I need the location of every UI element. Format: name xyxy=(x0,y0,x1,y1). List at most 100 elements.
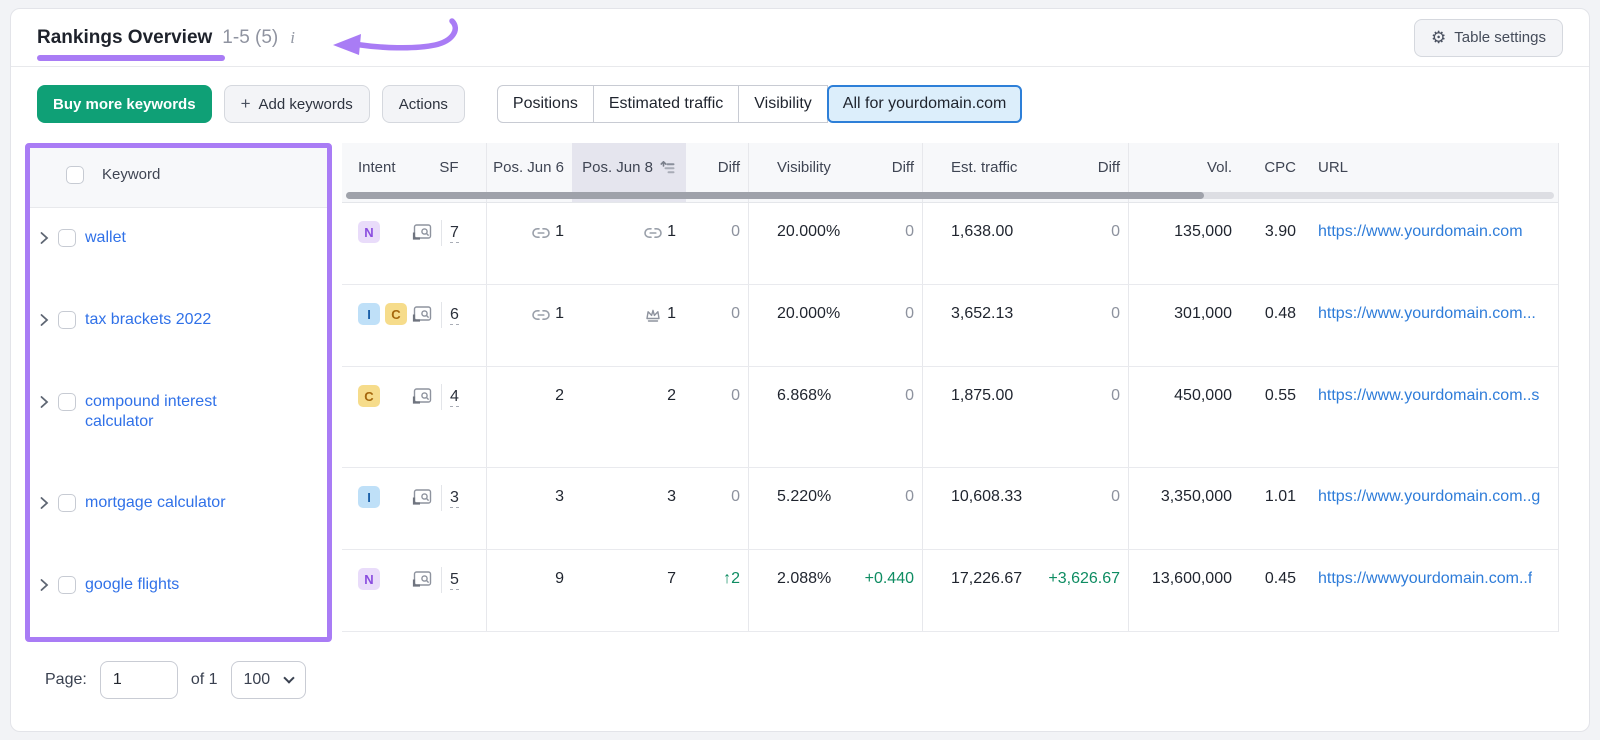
table-row: N 7 1 1 0 20.000% 0 1,638.00 0 135,000 3… xyxy=(342,203,1558,285)
visibility-diff: 0 xyxy=(905,305,914,322)
serp-features-count[interactable]: 5 xyxy=(450,570,459,590)
position-diff: 0 xyxy=(731,387,740,404)
divider xyxy=(441,567,442,593)
link-icon xyxy=(532,228,550,238)
page-count-label: of 1 xyxy=(190,671,218,688)
link-icon xyxy=(532,310,550,320)
serp-features-icon[interactable] xyxy=(412,305,433,323)
row-checkbox[interactable] xyxy=(58,229,76,247)
panel-header: Rankings Overview 1-5 (5) i ⚙ Table sett… xyxy=(11,9,1589,67)
url-link[interactable]: https://www.yourdomain.com xyxy=(1318,223,1523,241)
table-row: I C 6 1 1 0 20.000% 0 3,652.13 0 301,000… xyxy=(342,285,1558,367)
serp-features-icon[interactable] xyxy=(412,488,433,506)
rankings-table: Keyword wallet tax brackets 2022 compoun… xyxy=(11,143,1589,642)
add-keywords-label: Add keywords xyxy=(258,95,353,113)
table-settings-button[interactable]: ⚙ Table settings xyxy=(1414,18,1563,57)
horizontal-scrollbar xyxy=(346,192,1554,199)
buy-more-keywords-button[interactable]: Buy more keywords xyxy=(37,85,212,123)
position-diff: 0 xyxy=(731,488,740,505)
row-checkbox[interactable] xyxy=(58,494,76,512)
cpc-value: 1.01 xyxy=(1264,488,1296,505)
title-underline-annotation xyxy=(37,54,225,61)
row-checkbox[interactable] xyxy=(58,576,76,594)
intent-badge-commercial: C xyxy=(358,385,380,407)
expand-chevron-icon[interactable] xyxy=(39,496,49,510)
position-diff: ↑2 xyxy=(723,570,740,587)
rankings-overview-panel: Rankings Overview 1-5 (5) i ⚙ Table sett… xyxy=(10,8,1590,732)
toolbar: Buy more keywords + Add keywords Actions… xyxy=(11,67,1589,123)
est-traffic-diff: 0 xyxy=(1111,488,1120,505)
keyword-cell: google flights xyxy=(30,555,327,637)
visibility-diff: 0 xyxy=(905,223,914,240)
add-keywords-button[interactable]: + Add keywords xyxy=(223,85,370,123)
rows-per-page-select[interactable]: 100 xyxy=(230,661,306,699)
est-traffic-value: 1,875.00 xyxy=(922,367,1044,467)
position-diff: 0 xyxy=(731,223,740,240)
volume-value: 3,350,000 xyxy=(1128,468,1240,549)
est-traffic-value: 17,226.67 xyxy=(922,550,1044,631)
select-all-checkbox[interactable] xyxy=(66,165,84,184)
keyword-link[interactable]: compound interest calculator xyxy=(85,392,260,432)
page-number-input[interactable] xyxy=(99,661,178,699)
expand-chevron-icon[interactable] xyxy=(39,313,49,327)
tab-all-for-yourdomain[interactable]: All for yourdomain.com xyxy=(826,85,1023,123)
keyword-column-highlight-box: Keyword wallet tax brackets 2022 compoun… xyxy=(25,143,332,642)
expand-chevron-icon[interactable] xyxy=(39,231,49,245)
serp-features-count[interactable]: 3 xyxy=(450,488,459,508)
expand-chevron-icon[interactable] xyxy=(39,395,49,409)
link-icon xyxy=(644,228,662,238)
url-link[interactable]: https://www.yourdomain.com..g xyxy=(1318,488,1540,506)
keyword-link[interactable]: google flights xyxy=(85,575,179,595)
info-icon[interactable]: i xyxy=(290,28,295,48)
serp-features-count[interactable]: 6 xyxy=(450,305,459,325)
tab-positions[interactable]: Positions xyxy=(496,85,594,123)
rows-per-page-value: 100 xyxy=(243,671,271,688)
serp-features-icon[interactable] xyxy=(412,387,433,405)
est-traffic-value: 1,638.00 xyxy=(922,203,1044,284)
position-value: 9 xyxy=(486,550,572,631)
intent-badge-navigational: N xyxy=(358,568,380,590)
keyword-cell: mortgage calculator xyxy=(30,473,327,555)
keyword-link[interactable]: tax brackets 2022 xyxy=(85,310,211,330)
serp-features-count[interactable]: 4 xyxy=(450,387,459,407)
intent-badge-navigational: N xyxy=(358,221,380,243)
serp-features-count[interactable]: 7 xyxy=(450,223,459,243)
annotation-arrow-icon xyxy=(333,18,458,55)
url-link[interactable]: https://wwwyourdomain.com..f xyxy=(1318,570,1532,588)
est-traffic-value: 10,608.33 xyxy=(922,468,1044,549)
url-link[interactable]: https://www.yourdomain.com... xyxy=(1318,305,1536,323)
tab-estimated-traffic[interactable]: Estimated traffic xyxy=(592,85,740,123)
intent-badge-commercial: C xyxy=(385,303,407,325)
position-diff: 0 xyxy=(731,305,740,322)
keyword-cell: tax brackets 2022 xyxy=(30,290,327,372)
serp-features-icon[interactable] xyxy=(412,223,433,241)
volume-value: 301,000 xyxy=(1128,285,1240,366)
row-checkbox[interactable] xyxy=(58,311,76,329)
position-value: 3 xyxy=(667,488,676,505)
keyword-link[interactable]: wallet xyxy=(85,228,126,248)
position-value: 2 xyxy=(486,367,572,467)
table-settings-label: Table settings xyxy=(1454,29,1546,46)
visibility-value: 5.220% xyxy=(748,468,860,549)
keyword-link[interactable]: mortgage calculator xyxy=(85,493,226,513)
keyword-column-header: Keyword xyxy=(30,148,327,208)
url-link[interactable]: https://www.yourdomain.com..s xyxy=(1318,387,1539,405)
actions-button[interactable]: Actions xyxy=(381,85,465,123)
expand-chevron-icon[interactable] xyxy=(39,578,49,592)
table-header-row: Intent SF Pos. Jun 6 Pos. Jun 8 Diff Vis… xyxy=(342,143,1558,203)
row-checkbox[interactable] xyxy=(58,393,76,411)
horizontal-scrollbar-thumb[interactable] xyxy=(346,192,1204,199)
est-traffic-diff: 0 xyxy=(1111,223,1120,240)
est-traffic-value: 3,652.13 xyxy=(922,285,1044,366)
pagination-bar: Page: of 1 100 xyxy=(11,642,1589,699)
visibility-value: 20.000% xyxy=(748,203,860,284)
visibility-diff: +0.440 xyxy=(864,570,914,587)
divider xyxy=(441,485,442,511)
keyword-header-label: Keyword xyxy=(102,166,161,183)
position-value: 1 xyxy=(555,223,564,240)
page-title: Rankings Overview xyxy=(37,26,213,48)
visibility-value: 6.868% xyxy=(748,367,860,467)
table-row: I 3 3 3 0 5.220% 0 10,608.33 0 3,350,000… xyxy=(342,468,1558,550)
tab-visibility[interactable]: Visibility xyxy=(738,85,828,123)
serp-features-icon[interactable] xyxy=(412,570,433,588)
